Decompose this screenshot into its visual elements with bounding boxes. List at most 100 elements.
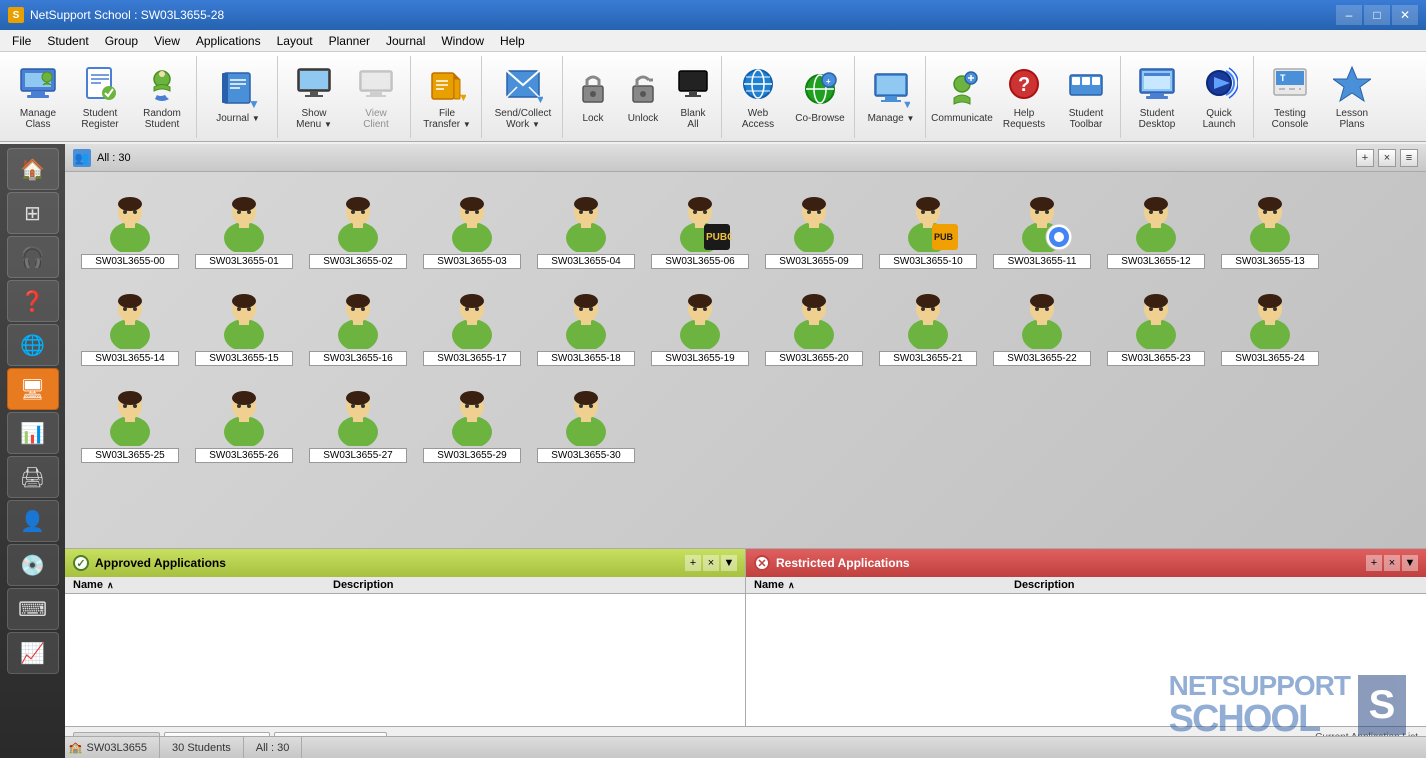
approved-panel-controls: + × ▼	[685, 555, 737, 571]
sidebar-printer-button[interactable]: 🖨	[7, 456, 59, 498]
student-toolbar-button[interactable]: StudentToolbar	[1056, 58, 1116, 136]
student-item[interactable]: SW03L3655-03	[417, 182, 527, 275]
student-item[interactable]: SW03L3655-09	[759, 182, 869, 275]
menu-student[interactable]: Student	[39, 32, 96, 50]
student-item[interactable]: SW03L3655-19	[645, 279, 755, 372]
menu-view[interactable]: View	[146, 32, 188, 50]
student-toolbar-icon	[1066, 64, 1106, 104]
student-item[interactable]: SW03L3655-23	[1101, 279, 1211, 372]
student-avatar	[1124, 188, 1188, 252]
minimize-button[interactable]: –	[1336, 5, 1362, 25]
student-item[interactable]: SW03L3655-20	[759, 279, 869, 372]
send-collect-label: Send/CollectWork ▼	[495, 108, 552, 130]
student-item[interactable]: SW03L3655-02	[303, 182, 413, 275]
manage-button[interactable]: ▼ Manage ▼	[861, 58, 921, 136]
quick-launch-button[interactable]: QuickLaunch	[1189, 58, 1249, 136]
student-item[interactable]: SW03L3655-27	[303, 376, 413, 469]
sidebar-chart-button[interactable]: 📊	[7, 412, 59, 454]
random-student-button[interactable]: Random Student	[132, 58, 192, 136]
student-item[interactable]: SW03L3655-18	[531, 279, 641, 372]
sidebar-grid-button[interactable]: ⊞	[7, 192, 59, 234]
student-item[interactable]: SW03L3655-01	[189, 182, 299, 275]
menu-journal[interactable]: Journal	[378, 32, 433, 50]
student-item[interactable]: SW03L3655-21	[873, 279, 983, 372]
approved-add-button[interactable]: +	[685, 555, 701, 571]
blank-all-icon	[673, 64, 713, 104]
web-access-button[interactable]: WebAccess	[728, 58, 788, 136]
student-item[interactable]: SW03L3655-15	[189, 279, 299, 372]
student-item[interactable]: SW03L3655-22	[987, 279, 1097, 372]
sidebar-globe-button[interactable]: 🌐	[7, 324, 59, 366]
student-item[interactable]: PUBGSW03L3655-06	[645, 182, 755, 275]
restricted-sort-arrow[interactable]: ∧	[788, 580, 795, 591]
student-item[interactable]: SW03L3655-12	[1101, 182, 1211, 275]
restricted-add-button[interactable]: +	[1366, 555, 1382, 571]
sidebar-headphones-button[interactable]: 🎧	[7, 236, 59, 278]
journal-button[interactable]: ▼ Journal ▼	[203, 58, 273, 136]
sidebar-screen-button[interactable]: 🖥	[7, 368, 59, 410]
status-students-count: 30 Students	[172, 742, 231, 754]
restricted-remove-button[interactable]: ×	[1384, 555, 1400, 571]
menu-group[interactable]: Group	[97, 32, 146, 50]
student-desktop-button[interactable]: StudentDesktop	[1127, 58, 1187, 136]
lesson-plans-button[interactable]: LessonPlans	[1322, 58, 1382, 136]
close-button[interactable]: ✕	[1392, 5, 1418, 25]
menu-applications[interactable]: Applications	[188, 32, 269, 50]
manage-class-button[interactable]: Manage Class	[8, 58, 68, 136]
maximize-button[interactable]: □	[1364, 5, 1390, 25]
student-grid: SW03L3655-00SW03L3655-01SW03L3655-02SW03…	[65, 172, 1426, 548]
sidebar-user-button[interactable]: 👤	[7, 500, 59, 542]
approved-panel-columns: Name ∧ Description	[65, 577, 745, 594]
menu-planner[interactable]: Planner	[321, 32, 378, 50]
student-register-button[interactable]: Student Register	[70, 58, 130, 136]
student-item[interactable]: SW03L3655-11	[987, 182, 1097, 275]
sidebar-keyboard-button[interactable]: ⌨	[7, 588, 59, 630]
student-item[interactable]: SW03L3655-00	[75, 182, 185, 275]
view-client-label: ViewClient	[363, 108, 389, 130]
send-collect-button[interactable]: ▼ Send/CollectWork ▼	[488, 58, 558, 136]
sidebar-trend-button[interactable]: 📈	[7, 632, 59, 674]
view-client-button[interactable]: ViewClient	[346, 58, 406, 136]
co-browse-button[interactable]: + Co-Browse	[790, 58, 850, 136]
student-item[interactable]: SW03L3655-30	[531, 376, 641, 469]
testing-console-button[interactable]: T TestingConsole	[1260, 58, 1320, 136]
quick-launch-label: QuickLaunch	[1203, 108, 1236, 130]
menu-layout[interactable]: Layout	[269, 32, 321, 50]
student-item[interactable]: SW03L3655-14	[75, 279, 185, 372]
approved-sort-arrow[interactable]: ∧	[107, 580, 114, 591]
sidebar-help-button[interactable]: ❓	[7, 280, 59, 322]
class-panel-close-button[interactable]: ×	[1378, 149, 1396, 167]
class-panel-expand-button[interactable]: ≡	[1400, 149, 1418, 167]
blank-all-button[interactable]: BlankAll	[669, 58, 717, 136]
unlock-button[interactable]: Unlock	[619, 58, 667, 136]
student-item[interactable]: SW03L3655-17	[417, 279, 527, 372]
student-avatar	[782, 188, 846, 252]
approved-expand-button[interactable]: ▼	[721, 555, 737, 571]
sidebar-disc-button[interactable]: 💿	[7, 544, 59, 586]
student-item[interactable]: SW03L3655-29	[417, 376, 527, 469]
student-item[interactable]: SW03L3655-04	[531, 182, 641, 275]
class-panel-add-button[interactable]: +	[1356, 149, 1374, 167]
student-item[interactable]: SW03L3655-16	[303, 279, 413, 372]
file-transfer-button[interactable]: ▼ FileTransfer ▼	[417, 58, 477, 136]
student-item[interactable]: SW03L3655-26	[189, 376, 299, 469]
student-item[interactable]: SW03L3655-24	[1215, 279, 1325, 372]
show-menu-button[interactable]: ShowMenu ▼	[284, 58, 344, 136]
sidebar-home-button[interactable]: 🏠	[7, 148, 59, 190]
communicate-button[interactable]: Communicate	[932, 58, 992, 136]
menu-help[interactable]: Help	[492, 32, 533, 50]
student-item[interactable]: SW03L3655-25	[75, 376, 185, 469]
menu-file[interactable]: File	[4, 32, 39, 50]
restricted-panel-title: Restricted Applications	[776, 556, 910, 570]
student-item[interactable]: PUBSW03L3655-10	[873, 182, 983, 275]
restricted-expand-button[interactable]: ▼	[1402, 555, 1418, 571]
menu-window[interactable]: Window	[433, 32, 492, 50]
lock-button[interactable]: Lock	[569, 58, 617, 136]
student-avatar: PUB	[896, 188, 960, 252]
approved-panel-title: Approved Applications	[95, 556, 226, 570]
student-item[interactable]: SW03L3655-13	[1215, 182, 1325, 275]
help-requests-button[interactable]: ? HelpRequests	[994, 58, 1054, 136]
approved-remove-button[interactable]: ×	[703, 555, 719, 571]
student-name: SW03L3655-18	[537, 351, 635, 366]
student-name: SW03L3655-16	[309, 351, 407, 366]
